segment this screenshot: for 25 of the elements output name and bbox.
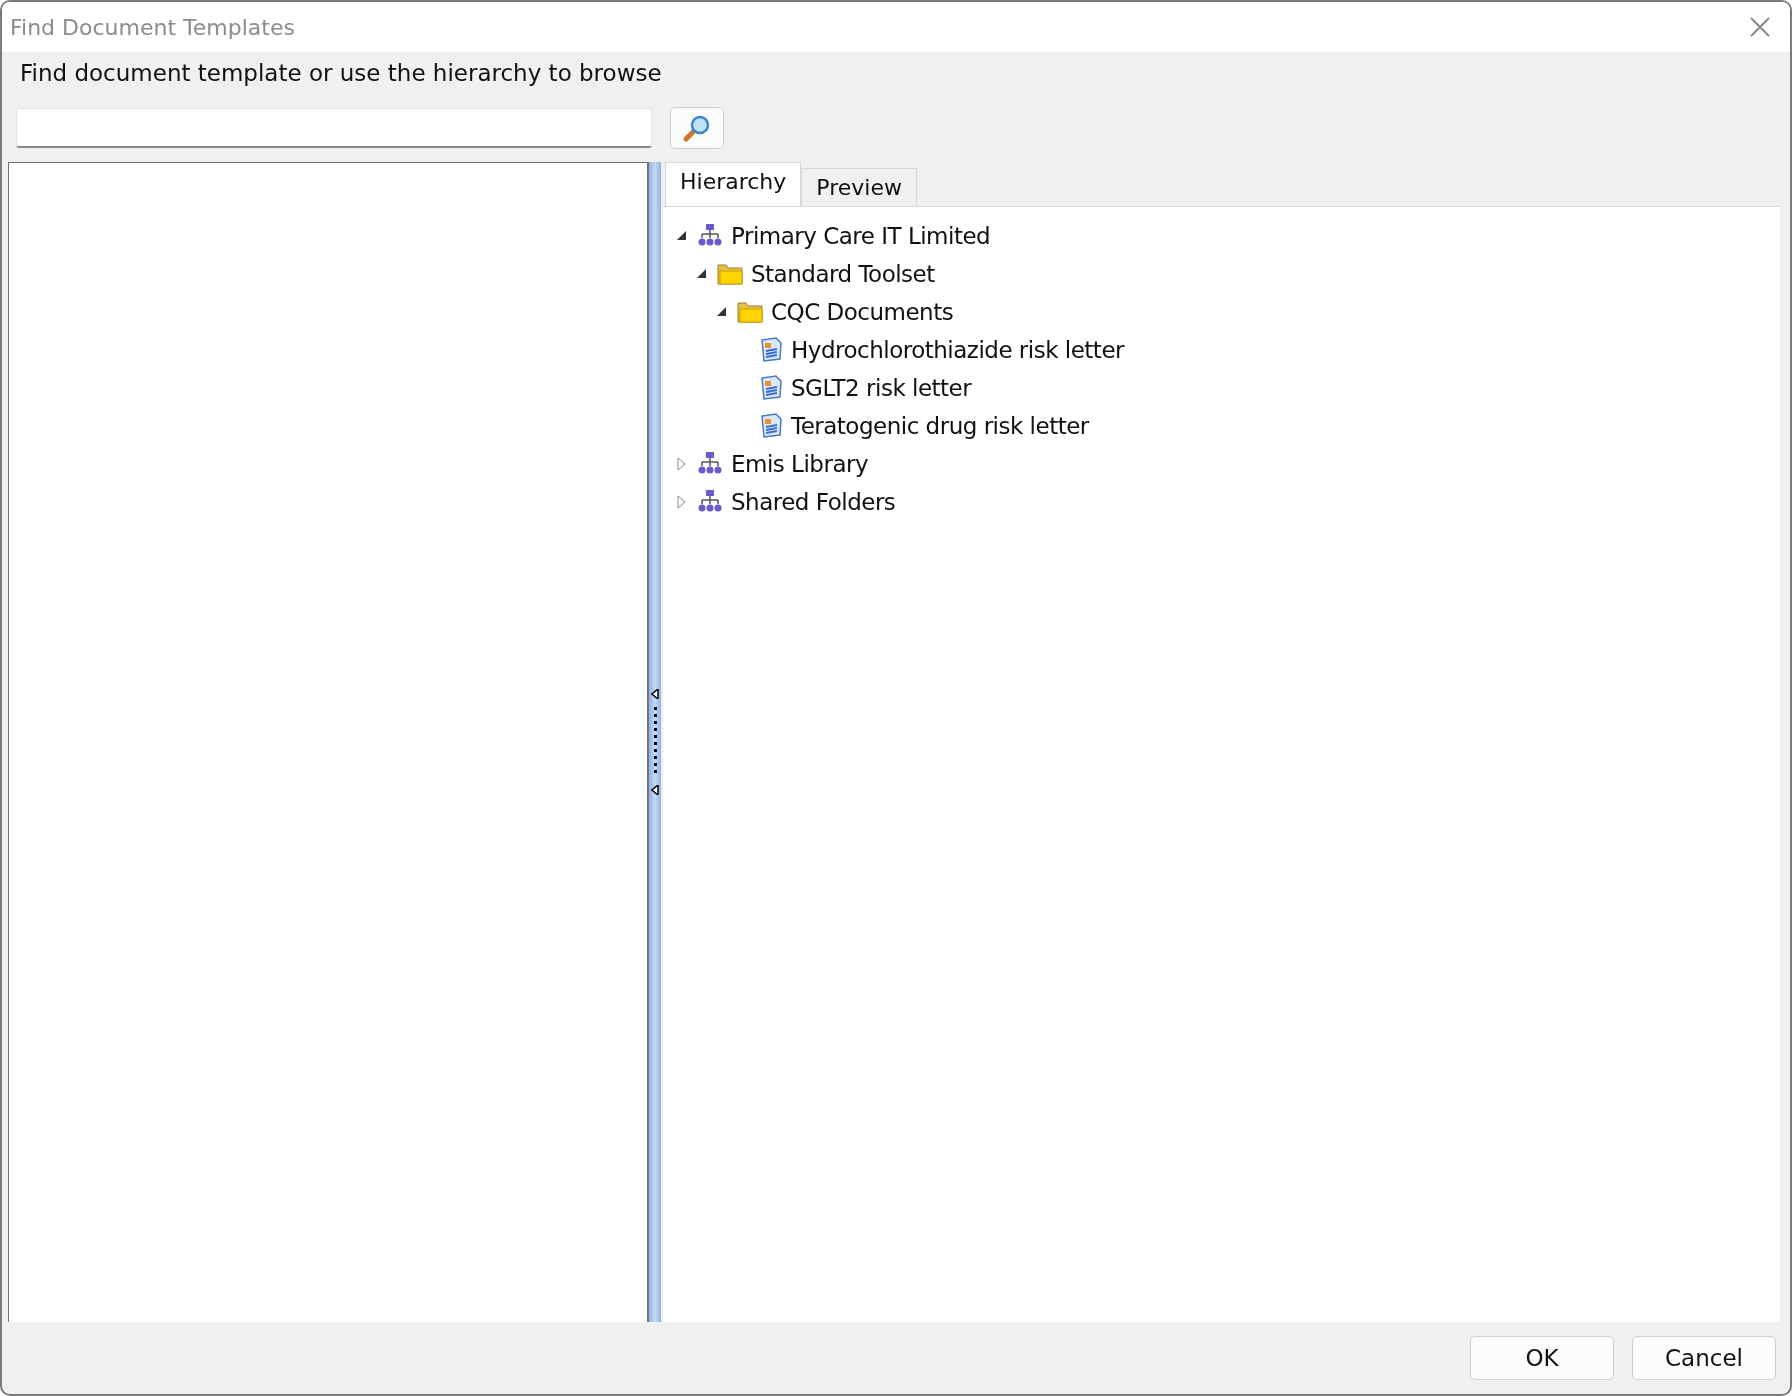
expand-arrow-icon[interactable] — [676, 495, 688, 509]
collapse-arrow-icon[interactable] — [716, 305, 728, 319]
tree-item[interactable]: Emis Library — [731, 451, 869, 477]
folder-icon — [717, 261, 743, 287]
search-button[interactable] — [670, 107, 724, 149]
tree-item[interactable]: CQC Documents — [771, 299, 954, 325]
folder-icon — [737, 299, 763, 325]
tree-item[interactable]: Shared Folders — [731, 489, 896, 515]
tree-item[interactable]: Teratogenic drug risk letter — [791, 413, 1089, 439]
search-field[interactable] — [16, 108, 652, 148]
window-title: Find Document Templates — [10, 14, 295, 40]
dialog-button[interactable]: OK — [1470, 1336, 1614, 1380]
tree-item[interactable]: Primary Care IT Limited — [731, 223, 991, 249]
instruction-label: Find document template or use the hierarchy to browse — [19, 59, 663, 88]
splitter-handle[interactable] — [648, 162, 661, 1322]
tab[interactable]: Hierarchy — [665, 162, 802, 206]
tab[interactable]: Preview — [801, 168, 917, 206]
tree-item[interactable]: Hydrochlorothiazide risk letter — [791, 337, 1124, 363]
tree-item[interactable]: SGLT2 risk letter — [791, 375, 972, 401]
collapse-arrow-icon[interactable] — [676, 229, 688, 243]
expand-arrow-icon[interactable] — [676, 457, 688, 471]
dialog-button[interactable]: Cancel — [1632, 1336, 1776, 1380]
close-icon — [1749, 16, 1771, 38]
tree-item[interactable]: Standard Toolset — [751, 261, 935, 287]
collapse-arrow-icon[interactable] — [696, 267, 708, 281]
